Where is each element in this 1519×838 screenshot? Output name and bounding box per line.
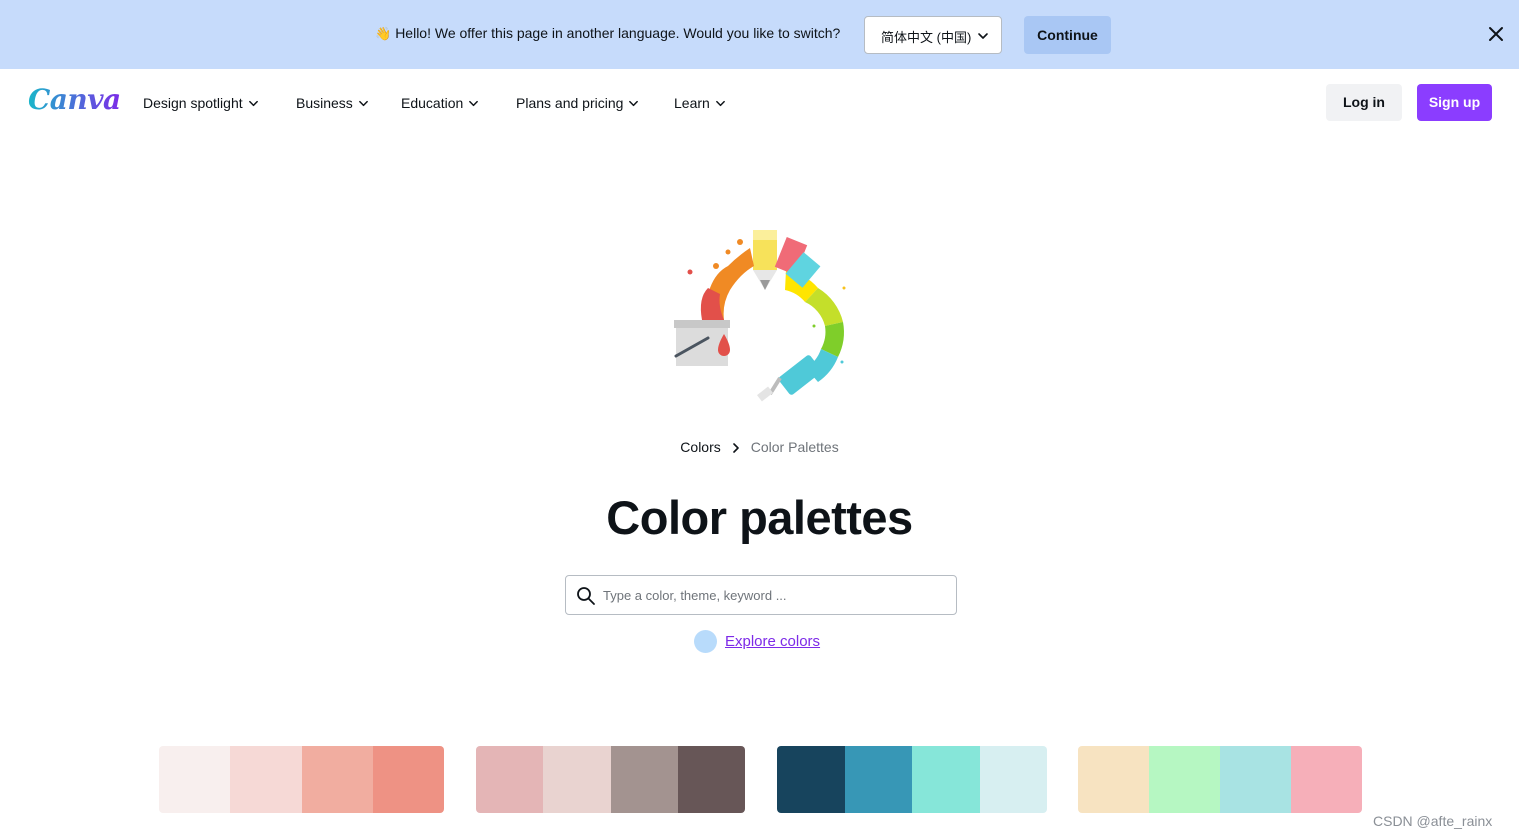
top-navigation: Canva Design spotlight Business Educatio…: [0, 69, 1519, 137]
nav-item-business[interactable]: Business: [296, 95, 369, 111]
nav-item-label: Business: [296, 95, 353, 111]
logo-text: Canva: [28, 83, 121, 116]
color-swatch[interactable]: [777, 746, 845, 813]
nav-item-label: Plans and pricing: [516, 95, 624, 111]
breadcrumb-current: Color Palettes: [750, 439, 839, 455]
chevron-down-icon: [978, 33, 988, 39]
chevron-down-icon: [715, 100, 725, 106]
chevron-down-icon: [629, 100, 639, 106]
explore-colors-link[interactable]: Explore colors: [725, 633, 820, 650]
login-button[interactable]: Log in: [1326, 84, 1402, 121]
nav-item-plans-and-pricing[interactable]: Plans and pricing: [516, 95, 639, 111]
color-swatch[interactable]: [844, 746, 912, 813]
palette-card[interactable]: [159, 746, 444, 813]
color-swatch[interactable]: [476, 746, 544, 813]
chevron-down-icon: [248, 100, 258, 106]
nav-item-learn[interactable]: Learn: [674, 95, 726, 111]
search-box[interactable]: [565, 575, 957, 615]
color-swatch[interactable]: [1220, 746, 1291, 813]
nav-item-design-spotlight[interactable]: Design spotlight: [143, 95, 259, 111]
search-input[interactable]: [603, 576, 948, 614]
color-swatch[interactable]: [1291, 746, 1362, 813]
palette-card[interactable]: [1078, 746, 1362, 813]
signup-button[interactable]: Sign up: [1417, 84, 1492, 121]
continue-button[interactable]: Continue: [1024, 16, 1111, 54]
color-swatch[interactable]: [1078, 746, 1149, 813]
breadcrumb: Colors Color Palettes: [0, 439, 1519, 455]
color-swatch[interactable]: [912, 746, 980, 813]
color-swatch[interactable]: [372, 746, 444, 813]
breadcrumb-colors-link[interactable]: Colors: [680, 439, 720, 455]
chevron-right-icon: [732, 443, 739, 454]
nav-item-label: Education: [401, 95, 464, 111]
color-swatch[interactable]: [979, 746, 1047, 813]
palette-card[interactable]: [476, 746, 745, 813]
color-swatch[interactable]: [230, 746, 302, 813]
chevron-down-icon: [358, 100, 368, 106]
waving-hand-icon: 👋: [375, 26, 392, 41]
language-message-text: Hello! We offer this page in another lan…: [395, 25, 841, 41]
close-icon[interactable]: [1486, 24, 1506, 44]
language-select[interactable]: 简体中文 (中国): [864, 16, 1002, 54]
canva-logo[interactable]: Canva: [28, 83, 121, 116]
search-icon: [577, 587, 595, 605]
nav-item-label: Design spotlight: [143, 95, 243, 111]
palette-card[interactable]: [777, 746, 1047, 813]
explore-colors[interactable]: Explore colors: [694, 630, 820, 653]
page-title: Color palettes: [606, 491, 913, 544]
color-swatch[interactable]: [301, 746, 373, 813]
chevron-down-icon: [469, 100, 479, 106]
language-select-value: 简体中文 (中国): [881, 30, 972, 45]
language-banner-message: 👋 Hello! We offer this page in another la…: [375, 25, 840, 42]
color-palette-illustration: [674, 230, 846, 402]
color-swatch[interactable]: [1149, 746, 1220, 813]
nav-item-label: Learn: [674, 95, 710, 111]
color-dot-icon: [694, 630, 717, 653]
watermark: CSDN @afte_rainx: [1373, 813, 1493, 829]
nav-item-education[interactable]: Education: [401, 95, 479, 111]
color-swatch[interactable]: [159, 746, 231, 813]
color-swatch[interactable]: [610, 746, 678, 813]
language-banner: 👋 Hello! We offer this page in another la…: [0, 0, 1519, 69]
color-swatch[interactable]: [677, 746, 745, 813]
color-swatch[interactable]: [543, 746, 611, 813]
